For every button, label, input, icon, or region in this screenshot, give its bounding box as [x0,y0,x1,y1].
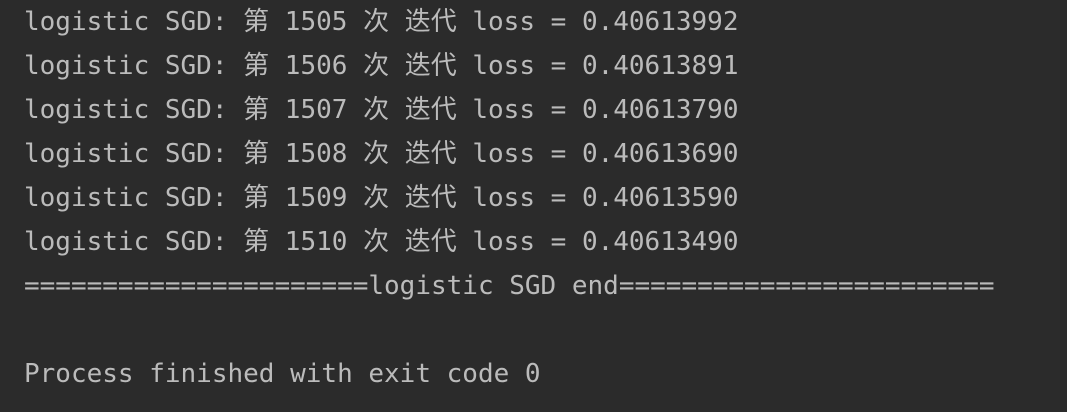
console-line: logistic SGD: 第 1510 次 迭代 loss = 0.40613… [24,227,739,257]
console-line: logistic SGD: 第 1505 次 迭代 loss = 0.40613… [24,7,739,37]
console-line: logistic SGD: 第 1506 次 迭代 loss = 0.40613… [24,51,739,81]
console-line: logistic SGD: 第 1508 次 迭代 loss = 0.40613… [24,139,739,169]
console-line: logistic SGD: 第 1509 次 迭代 loss = 0.40613… [24,183,739,213]
process-exit-message: Process finished with exit code 0 [24,359,541,389]
console-line: logistic SGD: 第 1507 次 迭代 loss = 0.40613… [24,95,739,125]
run-console-output[interactable]: logistic SGD: 第 1505 次 迭代 loss = 0.40613… [0,0,1067,412]
console-separator-line: ======================logistic SGD end==… [24,271,995,301]
